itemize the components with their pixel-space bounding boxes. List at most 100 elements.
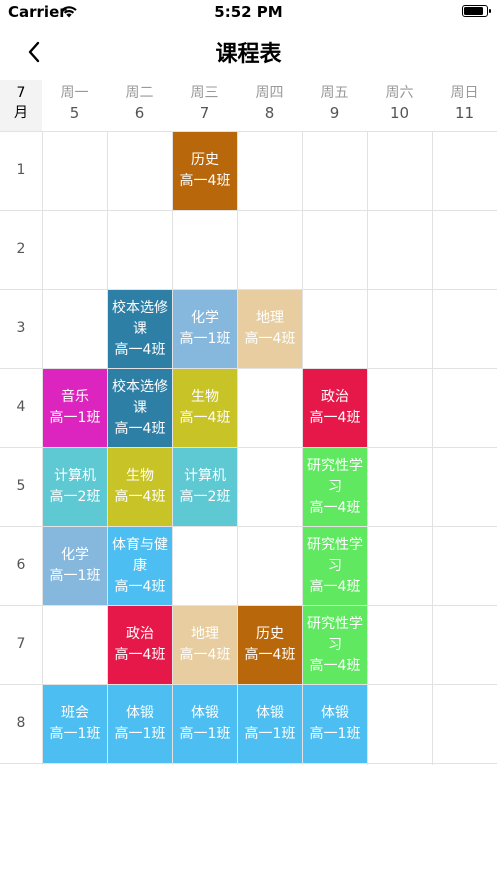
course-block[interactable]: 生物 高一4班 (108, 448, 172, 526)
course-block[interactable]: 体锻 高一1班 (108, 685, 172, 763)
course-class: 高一1班 (179, 726, 231, 742)
day-header: 周四 8 (237, 80, 302, 131)
course-class: 高一4班 (114, 647, 166, 663)
course-name: 体锻 (321, 705, 349, 721)
course-block[interactable]: 化学高一1班 (173, 290, 237, 368)
weekday-label: 周一 (60, 85, 89, 101)
course-class: 高一4班 (179, 410, 231, 426)
course-block[interactable]: 体锻 高一1班 (238, 685, 302, 763)
course-class: 高一1班 (114, 726, 166, 742)
course-name: 校本选修 (112, 299, 168, 316)
course-class: 高一1班 (49, 568, 101, 584)
day-date-label: 5 (69, 104, 80, 122)
course-class: 高一1班 (49, 726, 101, 742)
course-block[interactable]: 计算机 高一2班 (43, 448, 107, 526)
day-date-label: 7 (199, 104, 210, 122)
course-name: 体锻 (191, 705, 219, 721)
battery-icon (462, 5, 491, 17)
course-name: 体锻 (256, 705, 284, 721)
course-name: 政治 (321, 389, 349, 405)
course-class: 高一4班 (179, 173, 231, 189)
course-name: 研究性学 (307, 615, 363, 632)
course-class: 高一4班 (309, 410, 361, 426)
course-block[interactable]: 研究性学习高一4班 (303, 606, 367, 684)
day-header: 周三 7 (172, 80, 237, 131)
course-class: 高一4班 (309, 657, 361, 674)
weekday-label: 周五 (320, 85, 349, 101)
course-block[interactable]: 校本选修课高一4班 (108, 290, 172, 368)
course-name: 康 (133, 557, 147, 574)
day-date-label: 6 (134, 104, 145, 122)
month-unit: 月 (14, 105, 28, 121)
course-block[interactable]: 班会高一1班 (43, 685, 107, 763)
course-name: 生物 (191, 389, 219, 405)
course-name: 体育与健 (112, 536, 168, 553)
course-block[interactable]: 历史 高一4班 (238, 606, 302, 684)
week-header: 7 月 周一 5 周二 6 周三 7 周四 8 周五 9 周六 10 周日 11 (0, 80, 497, 131)
course-class: 高一2班 (49, 489, 101, 505)
course-class: 高一4班 (309, 578, 361, 595)
course-name: 班会 (61, 705, 89, 721)
course-class: 高一4班 (244, 331, 296, 347)
period-number: 4 (16, 399, 26, 415)
course-block[interactable]: 化学 高一1班 (43, 527, 107, 605)
course-name: 地理 (256, 310, 284, 326)
course-block[interactable]: 计算机 高一2班 (173, 448, 237, 526)
period-number: 7 (16, 636, 26, 652)
row-divider (0, 210, 497, 211)
column-divider (432, 131, 433, 765)
weekday-label: 周日 (450, 85, 479, 101)
period-number: 6 (16, 557, 26, 573)
day-date-label: 8 (264, 104, 275, 122)
period-number: 5 (16, 478, 26, 494)
course-name: 历史 (191, 152, 219, 168)
course-block[interactable]: 地理高一4班 (238, 290, 302, 368)
course-name: 习 (328, 478, 342, 495)
period-number: 8 (16, 715, 26, 731)
month-number: 7 (16, 85, 26, 101)
weekday-label: 周六 (385, 85, 414, 101)
course-block[interactable]: 生物高一4班 (173, 369, 237, 447)
course-block[interactable]: 音乐 高一1班 (43, 369, 107, 447)
course-name: 习 (328, 636, 342, 653)
course-name: 研究性学 (307, 536, 363, 553)
course-class: 高一1班 (179, 331, 231, 347)
weekday-label: 周四 (255, 85, 284, 101)
course-name: 生物 (126, 468, 154, 484)
day-header: 周六 10 (367, 80, 432, 131)
course-class: 高一1班 (309, 726, 361, 742)
course-class: 高一4班 (114, 578, 166, 595)
page-title: 课程表 (215, 42, 282, 67)
course-block[interactable]: 政治 高一4班 (108, 606, 172, 684)
day-date-label: 10 (389, 104, 410, 122)
day-header: 周五 9 (302, 80, 367, 131)
course-name: 音乐 (61, 389, 89, 405)
day-header: 周一 5 (42, 80, 107, 131)
period-number: 3 (16, 320, 26, 336)
course-name: 化学 (191, 310, 219, 326)
day-date-label: 9 (329, 104, 340, 122)
course-name: 习 (328, 557, 342, 574)
course-name: 历史 (256, 626, 284, 642)
day-date-label: 11 (454, 104, 475, 122)
day-header: 周二 6 (107, 80, 172, 131)
timetable-grid: 7 月 周一 5 周二 6 周三 7 周四 8 周五 9 周六 10 周日 11 1 2 3 4 5 6 7 8 历史 高一… (0, 80, 497, 765)
status-bar: Carrier 5:52 PM (0, 0, 497, 26)
course-name: 课 (133, 320, 147, 337)
course-name: 研究性学 (307, 457, 363, 474)
course-block[interactable]: 体育与健康高一4班 (108, 527, 172, 605)
course-block[interactable]: 研究性学习高一4班 (303, 448, 367, 526)
weekday-label: 周二 (125, 85, 154, 101)
period-number: 2 (16, 241, 26, 257)
course-block[interactable]: 政治高一4班 (303, 369, 367, 447)
course-block[interactable]: 体锻高一1班 (173, 685, 237, 763)
course-block[interactable]: 校本选修课高一4班 (108, 369, 172, 447)
course-name: 校本选修 (112, 378, 168, 395)
course-name: 课 (133, 399, 147, 416)
course-name: 地理 (191, 626, 219, 642)
course-block[interactable]: 体锻高一1班 (303, 685, 367, 763)
course-block[interactable]: 研究性学习高一4班 (303, 527, 367, 605)
course-block[interactable]: 地理 高一4班 (173, 606, 237, 684)
course-class: 高一2班 (179, 489, 231, 505)
course-block[interactable]: 历史高一4班 (173, 132, 237, 210)
